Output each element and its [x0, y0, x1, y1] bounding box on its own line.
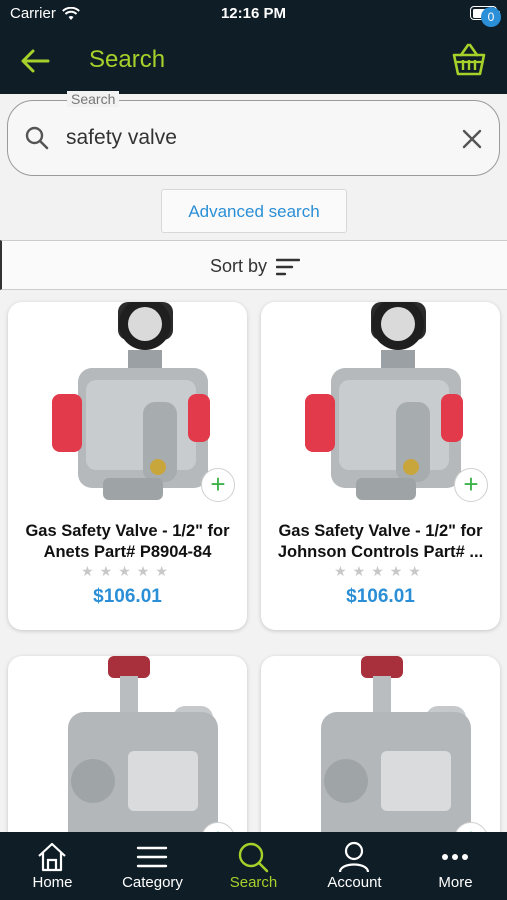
- bottom-tab-bar: Home Category Search Account More: [0, 832, 507, 900]
- product-name: Gas Safety Valve - 1/2" for Anets Part# …: [25, 522, 230, 561]
- sort-icon: [276, 258, 300, 276]
- clear-icon[interactable]: [460, 127, 484, 151]
- search-icon: [25, 126, 49, 150]
- status-bar: Carrier 12:16 PM: [0, 0, 507, 28]
- tab-account[interactable]: Account: [304, 832, 405, 900]
- app-header: Carrier 12:16 PM Search: [0, 0, 507, 94]
- add-to-cart-button[interactable]: +: [454, 468, 488, 502]
- tab-label: Home: [32, 874, 73, 891]
- search-icon: [238, 842, 269, 873]
- home-icon: [38, 842, 66, 872]
- product-card[interactable]: + Gas Safety Valve - 1/2" for Johnson Co…: [261, 302, 500, 630]
- rating-stars: ★★★★★: [334, 563, 427, 579]
- rating-stars: ★★★★★: [81, 563, 174, 579]
- cart-count-badge: 0: [481, 7, 501, 27]
- menu-icon: [136, 846, 168, 868]
- more-icon: [442, 854, 468, 860]
- add-to-cart-button[interactable]: +: [201, 468, 235, 502]
- tab-search[interactable]: Search: [203, 832, 304, 900]
- tab-label: Search: [229, 874, 278, 891]
- status-time: 12:16 PM: [220, 5, 287, 22]
- nav-bar: Search: [0, 28, 507, 94]
- sort-bar[interactable]: Sort by: [0, 240, 507, 290]
- product-card[interactable]: +: [8, 656, 247, 856]
- tab-more[interactable]: More: [405, 832, 506, 900]
- search-input[interactable]: [66, 123, 446, 153]
- product-card[interactable]: +: [261, 656, 500, 856]
- product-card[interactable]: + Gas Safety Valve - 1/2" for Anets Part…: [8, 302, 247, 630]
- advanced-search-button[interactable]: Advanced search: [161, 189, 347, 233]
- page-title: Search: [89, 46, 166, 73]
- account-icon: [338, 841, 370, 873]
- sort-label: Sort by: [210, 256, 268, 276]
- search-field-label: Search: [67, 91, 120, 107]
- tab-label: Category: [122, 874, 183, 891]
- product-name: Gas Safety Valve - 1/2" for Johnson Cont…: [277, 522, 484, 561]
- basket-icon[interactable]: [450, 42, 488, 78]
- product-price: $106.01: [93, 586, 162, 607]
- search-field[interactable]: Search: [7, 91, 500, 176]
- product-price: $106.01: [346, 586, 415, 607]
- tab-category[interactable]: Category: [102, 832, 203, 900]
- back-arrow-icon[interactable]: [18, 46, 52, 76]
- tab-label: More: [438, 874, 473, 891]
- tab-label: Account: [327, 874, 382, 891]
- tab-home[interactable]: Home: [2, 832, 103, 900]
